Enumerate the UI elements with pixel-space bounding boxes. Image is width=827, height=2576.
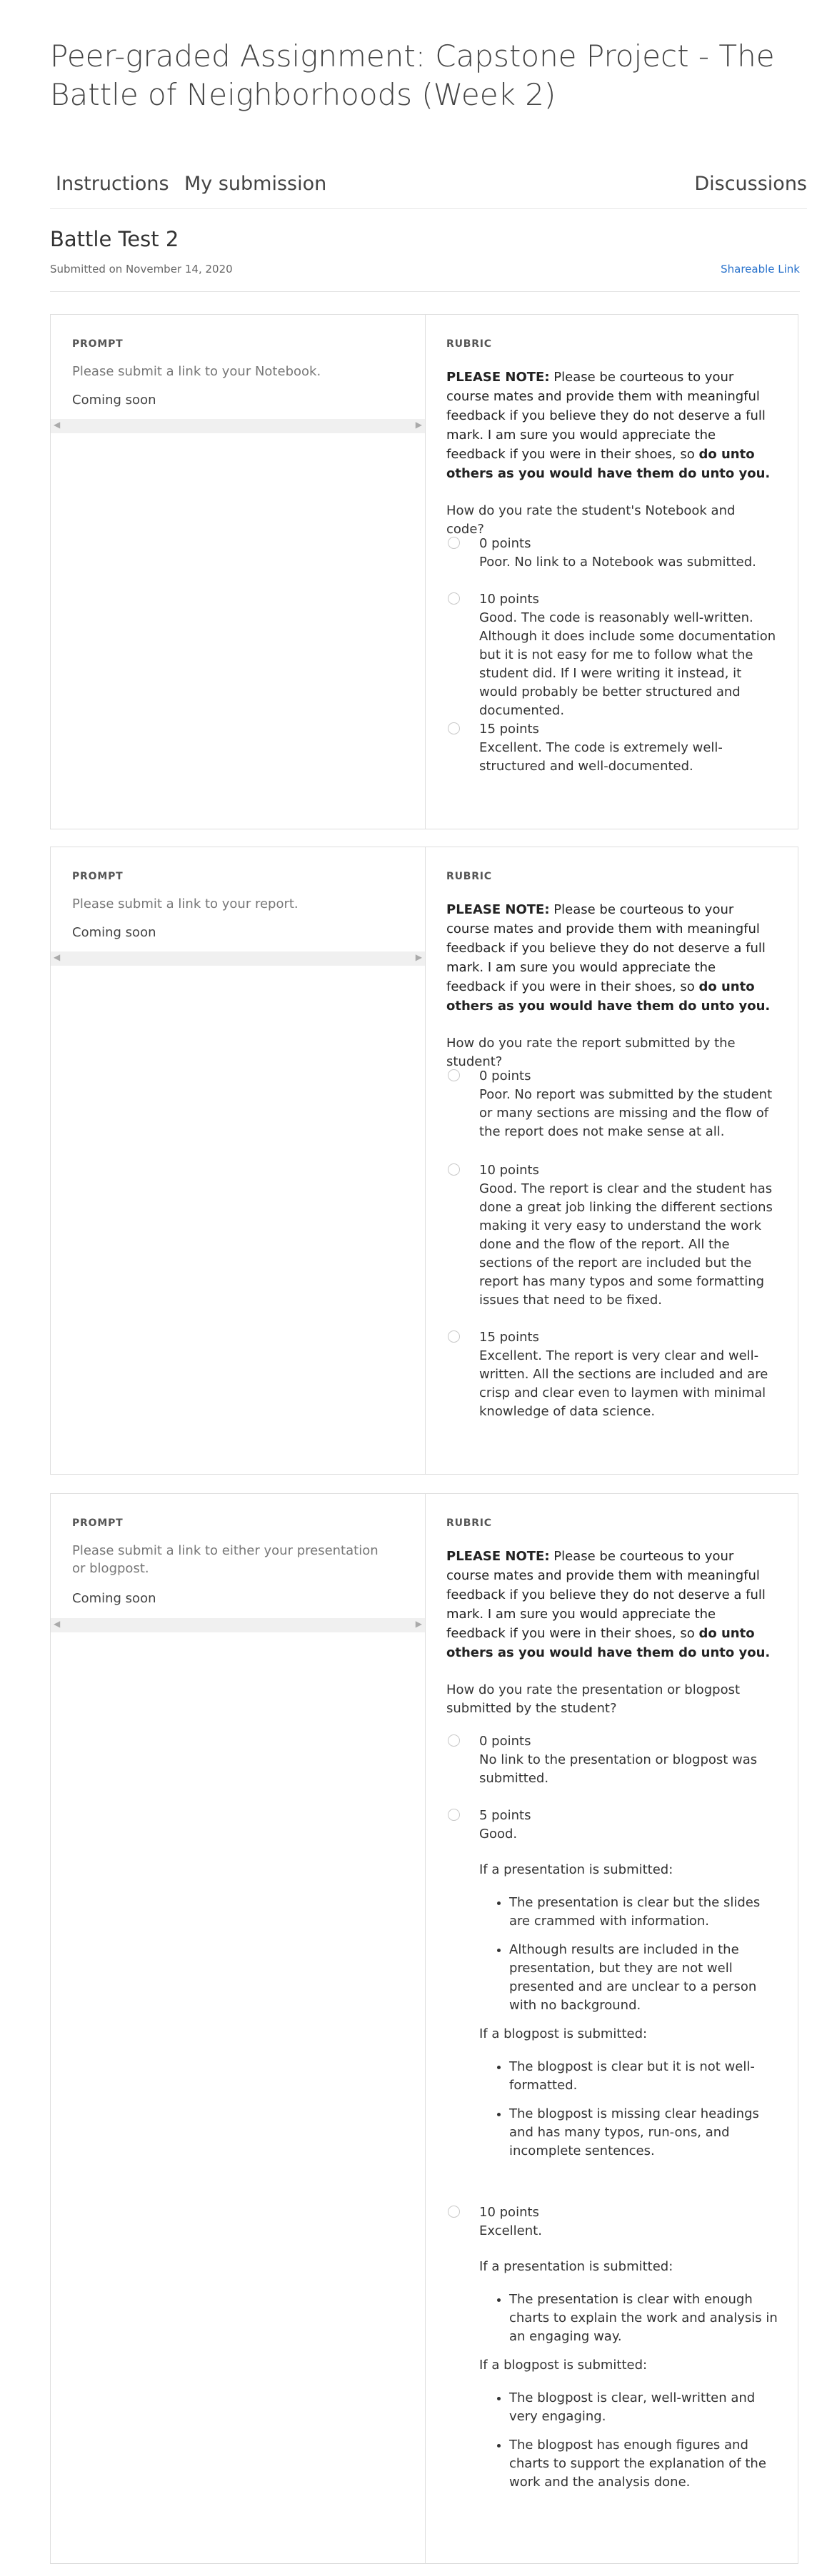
option-description: Excellent. The report is very clear and …: [479, 1348, 768, 1419]
prompt-label: PROMPT: [72, 338, 124, 350]
option-radio[interactable]: [448, 722, 460, 734]
option-points: 15 points: [479, 1330, 539, 1345]
prompt-text: Please submit a link to either your pres…: [72, 1543, 379, 1576]
option-description: Good. The code is reasonably well-writte…: [479, 610, 776, 718]
rubric-note: PLEASE NOTE: Please be courteous to your…: [446, 1547, 776, 1662]
question-card-presentation: PROMPT Please submit a link to either yo…: [50, 1493, 798, 2564]
option-points: 0 points: [479, 536, 531, 551]
option-description: Excellent. The code is extremely well-st…: [479, 740, 723, 774]
column-divider: [425, 847, 426, 1474]
option-points: 0 points: [479, 1069, 531, 1084]
rubric-option: 0 points Poor. No link to a Notebook was…: [448, 535, 779, 572]
prompt-text: Please submit a link to your Notebook.: [72, 364, 321, 379]
option-radio[interactable]: [448, 1330, 460, 1343]
presentation-criteria-list: The presentation is clear but the slides…: [479, 1894, 779, 2015]
option-points: 15 points: [479, 722, 539, 737]
rubric-label: RUBRIC: [446, 871, 492, 882]
note-bold-lead: PLEASE NOTE:: [446, 370, 550, 385]
rubric-option: 5 points Good. If a presentation is subm…: [448, 1807, 779, 2171]
blogpost-criteria-list: The blogpost is clear but it is not well…: [479, 2058, 779, 2161]
scroll-right-icon[interactable]: ▶: [416, 420, 422, 430]
prompt-text: Please submit a link to your report.: [72, 896, 299, 911]
divider: [50, 291, 800, 292]
shareable-link[interactable]: Shareable Link: [721, 263, 800, 276]
rubric-option: 15 points Excellent. The report is very …: [448, 1328, 779, 1421]
scroll-right-icon[interactable]: ▶: [416, 952, 422, 962]
column-divider: [425, 1494, 426, 2563]
option-description: Excellent.: [479, 2223, 542, 2238]
rubric-question: How do you rate the student's Notebook a…: [446, 503, 736, 537]
option-points: 0 points: [479, 1734, 531, 1749]
rubric-option: 10 points Good. The report is clear and …: [448, 1161, 779, 1310]
list-item: The presentation is clear but the slides…: [509, 1894, 779, 1931]
rubric-label: RUBRIC: [446, 1517, 492, 1529]
option-description: Good. The report is clear and the studen…: [479, 1181, 773, 1308]
column-divider: [425, 315, 426, 829]
list-item: The blogpost is clear, well-written and …: [509, 2389, 779, 2426]
option-description: No link to the presentation or blogpost …: [479, 1752, 758, 1786]
submission-date: Submitted on November 14, 2020: [50, 263, 233, 276]
question-card-report: PROMPT Please submit a link to your repo…: [50, 847, 798, 1475]
option-radio[interactable]: [448, 1734, 460, 1747]
option-description: Good.: [479, 1827, 518, 1842]
horizontal-scrollbar[interactable]: ◀ ▶: [51, 1618, 425, 1632]
horizontal-scrollbar[interactable]: ◀ ▶: [51, 419, 425, 433]
option-points: 10 points: [479, 592, 539, 607]
presentation-heading: If a presentation is submitted:: [479, 2259, 673, 2274]
submission-status: Coming soon: [72, 925, 156, 940]
rubric-option: 0 points No link to the presentation or …: [448, 1732, 779, 1788]
rubric-note: PLEASE NOTE: Please be courteous to your…: [446, 368, 776, 483]
presentation-criteria-list: The presentation is clear with enough ch…: [479, 2290, 779, 2346]
rubric-option: 10 points Good. The code is reasonably w…: [448, 590, 779, 720]
submission-status: Coming soon: [72, 393, 156, 408]
option-points: 5 points: [479, 1808, 531, 1823]
blogpost-heading: If a blogpost is submitted:: [479, 2358, 648, 2373]
tab-nav: Instructions My submission Discussions: [50, 168, 807, 209]
rubric-option: 0 points Poor. No report was submitted b…: [448, 1067, 779, 1141]
list-item: The blogpost is clear but it is not well…: [509, 2058, 779, 2095]
rubric-note: PLEASE NOTE: Please be courteous to your…: [446, 900, 776, 1016]
submission-title: Battle Test 2: [50, 227, 179, 251]
rubric-label: RUBRIC: [446, 338, 492, 350]
rubric-option: 15 points Excellent. The code is extreme…: [448, 720, 779, 776]
prompt-label: PROMPT: [72, 871, 124, 882]
list-item: The presentation is clear with enough ch…: [509, 2290, 779, 2346]
tab-discussions[interactable]: Discussions: [694, 173, 807, 195]
option-description: Poor. No link to a Notebook was submitte…: [479, 555, 756, 570]
rubric-question: How do you rate the presentation or blog…: [446, 1682, 741, 1716]
option-radio[interactable]: [448, 2206, 460, 2218]
scroll-left-icon[interactable]: ◀: [54, 952, 60, 962]
note-bold-lead: PLEASE NOTE:: [446, 902, 550, 917]
page: Peer-graded Assignment: Capstone Project…: [0, 0, 827, 2576]
option-radio[interactable]: [448, 1163, 460, 1176]
tab-instructions[interactable]: Instructions: [56, 173, 169, 195]
blogpost-criteria-list: The blogpost is clear, well-written and …: [479, 2389, 779, 2492]
blogpost-heading: If a blogpost is submitted:: [479, 2026, 648, 2041]
scroll-left-icon[interactable]: ◀: [54, 420, 60, 430]
list-item: The blogpost has enough figures and char…: [509, 2436, 779, 2492]
page-title: Peer-graded Assignment: Capstone Project…: [50, 39, 775, 112]
option-radio[interactable]: [448, 592, 460, 605]
rubric-option: 10 points Excellent. If a presentation i…: [448, 2203, 779, 2502]
option-description: Poor. No report was submitted by the stu…: [479, 1087, 773, 1139]
scroll-left-icon[interactable]: ◀: [54, 1619, 60, 1629]
list-item: Although results are included in the pre…: [509, 1941, 779, 2015]
horizontal-scrollbar[interactable]: ◀ ▶: [51, 951, 425, 966]
scroll-right-icon[interactable]: ▶: [416, 1619, 422, 1629]
presentation-heading: If a presentation is submitted:: [479, 1862, 673, 1877]
question-card-notebook: PROMPT Please submit a link to your Note…: [50, 314, 798, 829]
tab-my-submission[interactable]: My submission: [184, 173, 326, 195]
rubric-question: How do you rate the report submitted by …: [446, 1036, 736, 1069]
option-points: 10 points: [479, 1163, 539, 1178]
option-radio[interactable]: [448, 537, 460, 549]
option-radio[interactable]: [448, 1809, 460, 1821]
option-radio[interactable]: [448, 1069, 460, 1081]
prompt-label: PROMPT: [72, 1517, 124, 1529]
list-item: The blogpost is missing clear headings a…: [509, 2105, 779, 2161]
option-points: 10 points: [479, 2205, 539, 2220]
submission-status: Coming soon: [72, 1591, 156, 1606]
note-bold-lead: PLEASE NOTE:: [446, 1549, 550, 1564]
